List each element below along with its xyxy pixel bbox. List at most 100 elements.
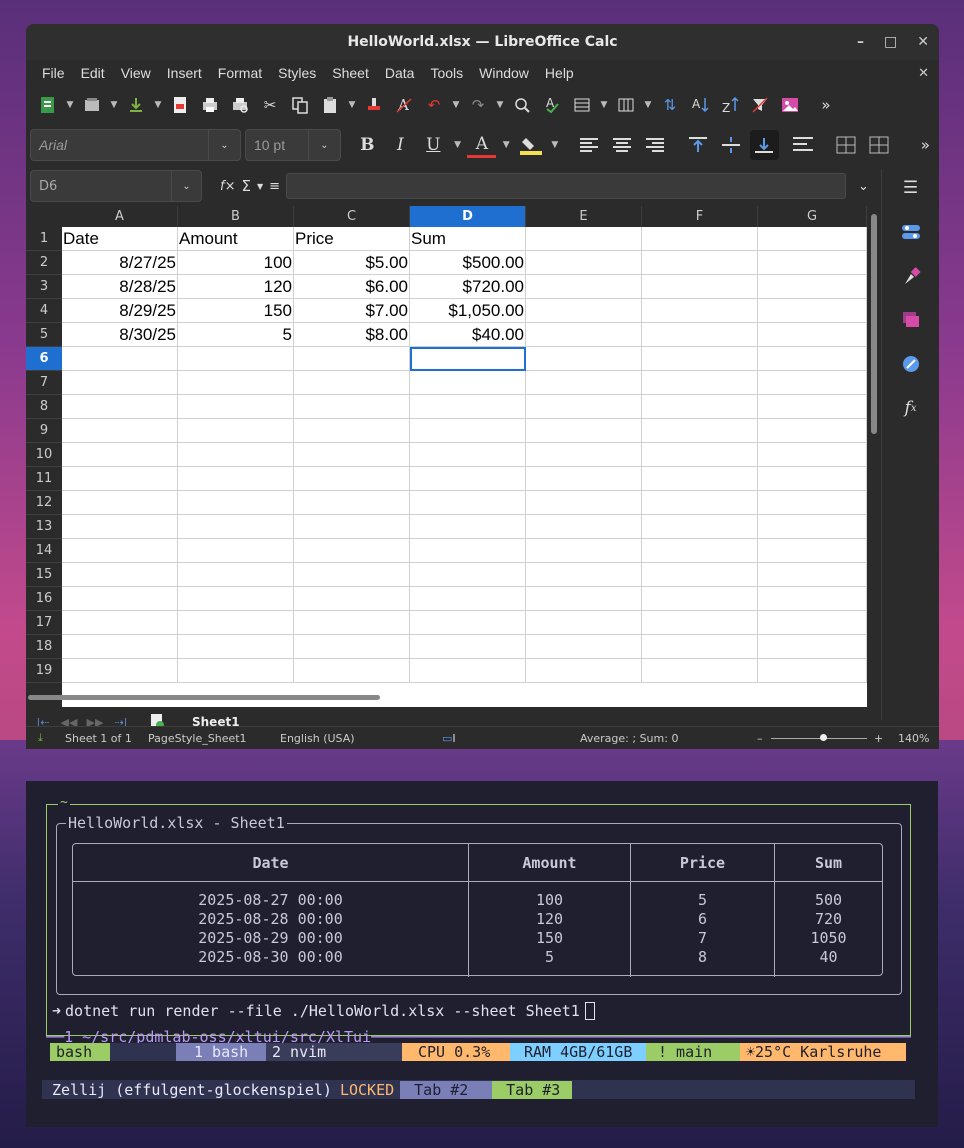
cell-a11[interactable] (62, 467, 178, 491)
cell-area[interactable]: Date Amount Price Sum 8/27/25 100 $5.00 $500.00… (62, 227, 867, 707)
minimize-button[interactable]: – (857, 34, 864, 50)
chevron-down-icon[interactable]: ⌄ (307, 130, 340, 160)
cell-c15[interactable] (294, 563, 410, 587)
cell-g4[interactable] (758, 299, 867, 323)
row-header[interactable]: 10 (26, 443, 62, 467)
more-options-icon[interactable]: » (912, 131, 939, 159)
cell-g16[interactable] (758, 587, 867, 611)
cell-c8[interactable] (294, 395, 410, 419)
column-header-e[interactable]: E (526, 206, 642, 227)
cell-d15[interactable] (410, 563, 526, 587)
cell-f13[interactable] (642, 515, 758, 539)
cell-a13[interactable] (62, 515, 178, 539)
column-header-a[interactable]: A (62, 206, 178, 227)
underline-button[interactable]: U (419, 130, 448, 160)
cell-a8[interactable] (62, 395, 178, 419)
cell-f15[interactable] (642, 563, 758, 587)
cell-d2[interactable]: $500.00 (410, 251, 526, 275)
cell-e6[interactable] (526, 347, 642, 371)
row-header[interactable]: 13 (26, 515, 62, 539)
row-header[interactable]: 1 (26, 227, 62, 251)
cell-c16[interactable] (294, 587, 410, 611)
cell-g14[interactable] (758, 539, 867, 563)
align-top-icon[interactable] (684, 130, 713, 160)
cell-f3[interactable] (642, 275, 758, 299)
chevron-down-icon[interactable]: ▼ (452, 131, 464, 159)
menu-sheet[interactable]: Sheet (324, 65, 377, 81)
cell-e18[interactable] (526, 635, 642, 659)
font-name-combo[interactable]: Arial ⌄ (30, 129, 241, 161)
cell-c9[interactable] (294, 419, 410, 443)
row-header[interactable]: 14 (26, 539, 62, 563)
cell-c19[interactable] (294, 659, 410, 683)
status-window-1[interactable]: 1 bash (176, 1043, 266, 1061)
export-pdf-icon[interactable] (166, 91, 194, 119)
cell-d13[interactable] (410, 515, 526, 539)
column-header-c[interactable]: C (294, 206, 410, 227)
cell-b4[interactable]: 150 (178, 299, 294, 323)
properties-icon[interactable] (899, 220, 923, 244)
font-color-button[interactable]: A (467, 132, 497, 158)
cell-c4[interactable]: $7.00 (294, 299, 410, 323)
cell-d8[interactable] (410, 395, 526, 419)
cell-f19[interactable] (642, 659, 758, 683)
chevron-down-icon[interactable]: ⌄ (207, 130, 240, 160)
gallery-icon[interactable] (899, 308, 923, 332)
cell-g18[interactable] (758, 635, 867, 659)
cell-a14[interactable] (62, 539, 178, 563)
sum-icon[interactable]: Σ (241, 177, 250, 195)
cell-c18[interactable] (294, 635, 410, 659)
cell-f1[interactable] (642, 227, 758, 251)
unmerge-cells-icon[interactable] (865, 130, 894, 160)
cell-d19[interactable] (410, 659, 526, 683)
italic-button[interactable]: I (386, 130, 415, 160)
row-header[interactable]: 2 (26, 251, 62, 275)
navigator-icon[interactable] (899, 352, 923, 376)
paste-icon[interactable] (316, 91, 344, 119)
status-window-2[interactable]: 2 nvim (266, 1043, 402, 1061)
row-header[interactable]: 19 (26, 659, 62, 683)
close-document-button[interactable]: ✕ (918, 66, 929, 81)
autofilter-icon[interactable] (746, 91, 774, 119)
cell-e17[interactable] (526, 611, 642, 635)
cell-f10[interactable] (642, 443, 758, 467)
cell-f6[interactable] (642, 347, 758, 371)
print-icon[interactable] (196, 91, 224, 119)
background-color-icon[interactable] (516, 130, 545, 160)
cell-f5[interactable] (642, 323, 758, 347)
cell-b14[interactable] (178, 539, 294, 563)
cell-e4[interactable] (526, 299, 642, 323)
column-header-f[interactable]: F (642, 206, 758, 227)
row-header[interactable]: 3 (26, 275, 62, 299)
menu-edit[interactable]: Edit (73, 65, 113, 81)
cell-g5[interactable] (758, 323, 867, 347)
zoom-in-button[interactable]: + (874, 732, 883, 745)
chevron-down-icon[interactable]: ▼ (108, 91, 120, 119)
align-center-icon[interactable] (608, 130, 637, 160)
cell-a4[interactable]: 8/29/25 (62, 299, 178, 323)
undo-icon[interactable]: ↶ (420, 91, 448, 119)
cell-e11[interactable] (526, 467, 642, 491)
chevron-down-icon[interactable]: ▼ (346, 91, 358, 119)
zoom-out-button[interactable]: – (757, 732, 763, 745)
cell-e5[interactable] (526, 323, 642, 347)
cell-b3[interactable]: 120 (178, 275, 294, 299)
print-preview-icon[interactable] (226, 91, 254, 119)
cell-b18[interactable] (178, 635, 294, 659)
cell-b17[interactable] (178, 611, 294, 635)
center-vertically-icon[interactable] (717, 130, 746, 160)
cell-d16[interactable] (410, 587, 526, 611)
zoom-slider-handle[interactable] (820, 734, 827, 741)
cell-b9[interactable] (178, 419, 294, 443)
page-style[interactable]: PageStyle_Sheet1 (148, 732, 247, 745)
cell-b19[interactable] (178, 659, 294, 683)
cell-c11[interactable] (294, 467, 410, 491)
cell-d17[interactable] (410, 611, 526, 635)
cell-d5[interactable]: $40.00 (410, 323, 526, 347)
cell-e3[interactable] (526, 275, 642, 299)
cell-e16[interactable] (526, 587, 642, 611)
cell-b6[interactable] (178, 347, 294, 371)
row-header[interactable]: 18 (26, 635, 62, 659)
cell-g19[interactable] (758, 659, 867, 683)
cell-e9[interactable] (526, 419, 642, 443)
